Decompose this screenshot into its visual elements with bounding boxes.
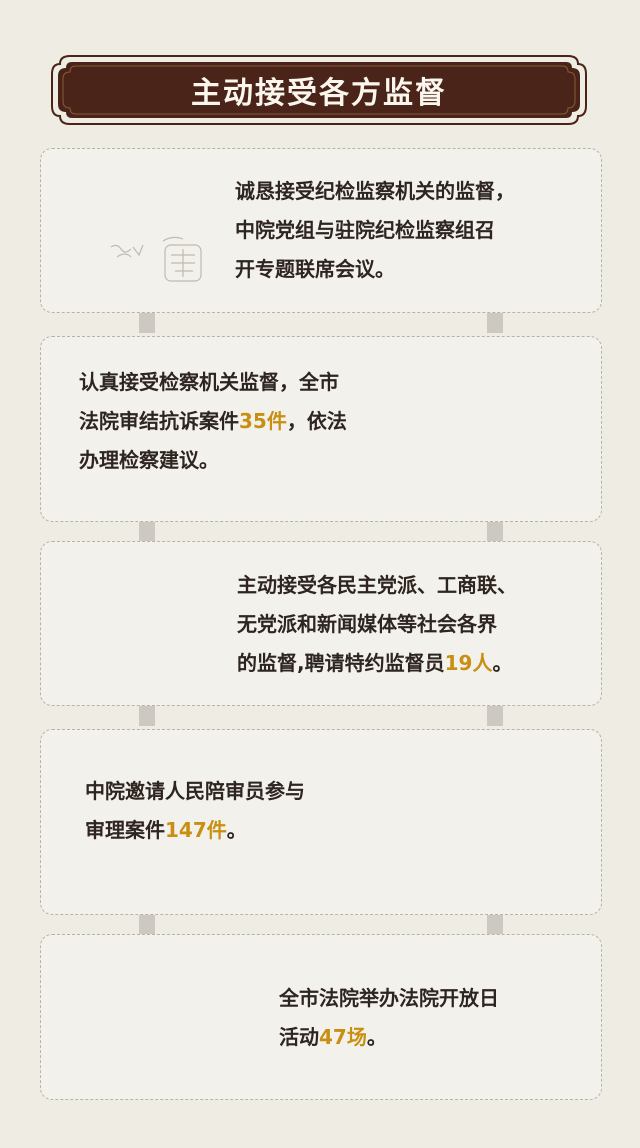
card-3-line-3-text: 的监督,聘请特约监督员 (237, 651, 445, 675)
connector-post (487, 706, 503, 726)
connector-post (139, 706, 155, 726)
connector-post (139, 914, 155, 934)
card-5-line-2-text: 活动 (279, 1025, 319, 1049)
card-3-line-1: 主动接受各民主党派、工商联、 (237, 573, 517, 597)
connector-post (487, 522, 503, 542)
card-2-line-1: 认真接受检察机关监督，全市 (79, 370, 339, 394)
card-4-line-2-tail: 。 (226, 818, 247, 842)
card-3-line-3: 的监督,聘请特约监督员19人。 (237, 644, 517, 683)
title-banner: 主动接受各方监督 (50, 54, 588, 126)
card-5-line-2-tail: 。 (366, 1025, 387, 1049)
card-4-line-2: 审理案件147件。 (85, 811, 305, 850)
card-3-text: 主动接受各民主党派、工商联、 无党派和新闻媒体等社会各界 的监督,聘请特约监督员… (237, 566, 517, 683)
page-title: 主动接受各方监督 (191, 76, 447, 111)
card-2-highlight-count: 35件 (239, 409, 287, 433)
connector-post (487, 914, 503, 934)
card-2-line-2-tail: ，依法 (286, 409, 347, 433)
card-1-line-3: 开专题联席会议。 (235, 257, 395, 281)
card-4-line-2-text: 审理案件 (85, 818, 165, 842)
card-5-line-2: 活动47场。 (279, 1018, 499, 1057)
card-1-line-2: 中院党组与驻院纪检监察组召 (235, 218, 495, 242)
supervision-card-2: 认真接受检察机关监督，全市 法院审结抗诉案件35件，依法 办理检察建议。 (40, 336, 602, 522)
card-4-text: 中院邀请人民陪审员参与 审理案件147件。 (85, 772, 305, 850)
connector-post (139, 313, 155, 333)
connector-post (139, 522, 155, 542)
card-2-line-3: 办理检察建议。 (79, 448, 219, 472)
card-3-highlight-count: 19人 (444, 651, 493, 675)
card-1-line-1: 诚恳接受纪检监察机关的监督， (235, 179, 515, 203)
card-5-highlight-count: 47场 (319, 1025, 367, 1049)
card-4-line-1: 中院邀请人民陪审员参与 (85, 779, 305, 803)
card-3-line-3-tail: 。 (492, 651, 513, 675)
supervision-card-4: 中院邀请人民陪审员参与 审理案件147件。 (40, 729, 602, 915)
connector-post (487, 313, 503, 333)
supervision-card-5: 全市法院举办法院开放日 活动47场。 (40, 934, 602, 1100)
card-5-line-1: 全市法院举办法院开放日 (279, 986, 499, 1010)
card-5-text: 全市法院举办法院开放日 活动47场。 (279, 979, 499, 1057)
card-3-line-2: 无党派和新闻媒体等社会各界 (237, 612, 497, 636)
card-2-line-2-text: 法院审结抗诉案件 (79, 409, 239, 433)
card-2-line-2: 法院审结抗诉案件35件，依法 (79, 402, 347, 441)
card-2-text: 认真接受检察机关监督，全市 法院审结抗诉案件35件，依法 办理检察建议。 (79, 363, 347, 480)
ink-seal-icon (110, 236, 202, 282)
supervision-card-3: 主动接受各民主党派、工商联、 无党派和新闻媒体等社会各界 的监督,聘请特约监督员… (40, 541, 602, 706)
card-4-highlight-count: 147件 (165, 818, 227, 842)
card-1-text: 诚恳接受纪检监察机关的监督， 中院党组与驻院纪检监察组召 开专题联席会议。 (235, 172, 515, 289)
supervision-card-1: 诚恳接受纪检监察机关的监督， 中院党组与驻院纪检监察组召 开专题联席会议。 (40, 148, 602, 313)
